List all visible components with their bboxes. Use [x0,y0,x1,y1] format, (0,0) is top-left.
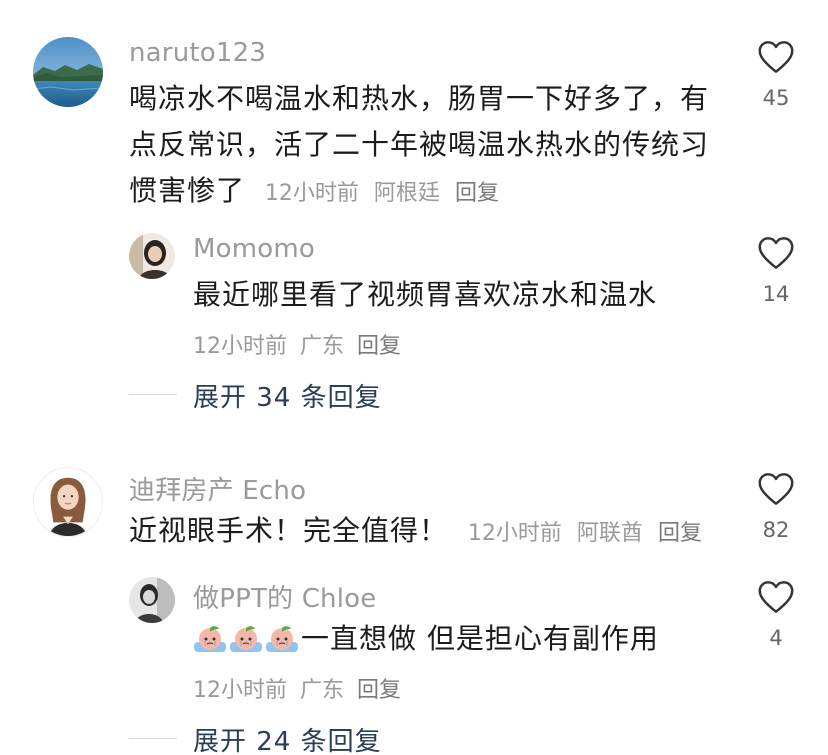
like-button[interactable]: 4 [746,580,806,650]
avatar-chloe[interactable] [129,577,175,623]
reply-location: 广东 [300,678,345,703]
heart-icon [758,41,794,73]
like-count: 45 [762,86,790,110]
expand-divider [129,394,177,395]
comment-username[interactable]: 迪拜房产 Echo [129,470,306,507]
comment-meta: 12小时前 阿根廷 回复 [265,181,507,206]
comment-time: 12小时前 [264,181,359,206]
heart-icon [758,581,794,613]
comment-text: 喝凉水不喝温水和热水，肠胃一下好多了，有点反常识，活了二十年被喝温水热水的传统习… [129,76,719,217]
reply-text: 一直想做 但是担心有副作用 [193,616,733,668]
comment-username[interactable]: naruto123 [129,38,266,68]
reply-button[interactable]: 回复 [357,334,401,359]
comment-text: 近视眼手术！完全值得！ 12小时前 阿联酋 回复 [129,508,729,557]
cartoon-woman-avatar [34,468,102,536]
reply-button[interactable]: 回复 [357,678,401,703]
reply-button[interactable]: 回复 [658,521,702,546]
crying-peach-emoji [266,626,298,652]
reply-text: 最近哪里看了视频胃喜欢凉水和温水 [193,278,658,311]
reply-body: 一直想做 但是担心有副作用 [301,622,659,655]
bw-photo-avatar [129,577,175,623]
comment-location: 阿根廷 [373,181,440,206]
expand-replies-button[interactable]: 展开 34 条回复 [193,377,382,414]
comment-location: 阿联酋 [576,521,643,546]
comment-time: 12小时前 [467,521,562,546]
like-button[interactable]: 45 [746,40,806,110]
reply-meta: 12小时前 广东 回复 [193,672,401,704]
expand-divider [129,738,177,739]
like-count: 82 [762,518,790,542]
reply-button[interactable]: 回复 [455,181,499,206]
lake-landscape-avatar [33,37,103,107]
reply-username[interactable]: Momomo [193,234,315,264]
like-button[interactable]: 82 [746,472,806,542]
reply-time: 12小时前 [193,334,287,359]
crying-peach-emoji [194,626,226,652]
heart-icon [758,237,794,269]
like-count: 4 [769,626,783,650]
comment-body: 近视眼手术！完全值得！ [129,514,449,547]
reply-meta: 12小时前 广东 回复 [193,328,401,360]
comment-meta: 12小时前 阿联酋 回复 [468,521,710,546]
avatar-echo[interactable] [33,467,103,537]
like-button[interactable]: 14 [746,236,806,306]
heart-icon [758,473,794,505]
reply-username[interactable]: 做PPT的 Chloe [193,578,376,615]
crying-peach-emoji [230,626,262,652]
like-count: 14 [762,282,790,306]
reply-location: 广东 [300,334,345,359]
avatar-momomo[interactable] [129,233,175,279]
expand-replies-button[interactable]: 展开 24 条回复 [193,721,382,755]
girl-photo-avatar [129,233,175,279]
avatar-naruto123[interactable] [33,37,103,107]
emoji-group [193,622,301,668]
reply-time: 12小时前 [193,678,287,703]
